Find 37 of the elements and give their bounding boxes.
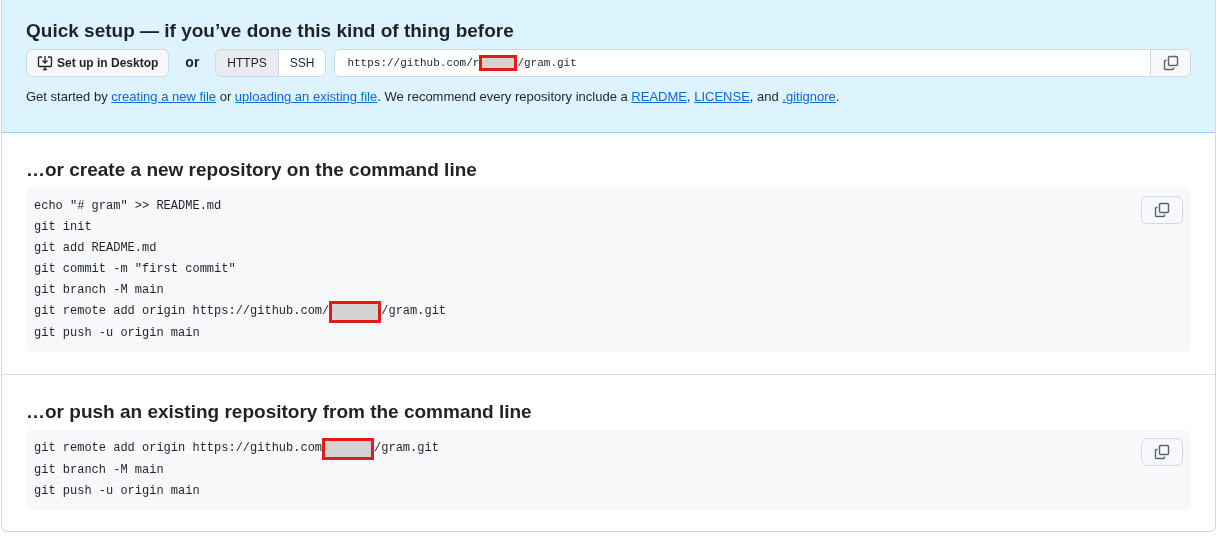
redaction-mark	[329, 300, 382, 323]
code-text: /gram.git	[374, 440, 439, 458]
code-text: git remote add origin https://github.com/	[34, 303, 330, 321]
hint-link[interactable]: LICENSE	[694, 88, 750, 104]
desktop-button[interactable]: Set up in Desktop	[26, 48, 170, 77]
hint-link[interactable]: creating a new file	[111, 88, 217, 104]
section-heading: …or push an existing repository from the command line	[26, 400, 533, 424]
code-text: echo "# gram" >> README.md	[34, 197, 222, 215]
code-text: git push -u origin main	[34, 324, 200, 342]
protocol-tab[interactable]: SSH	[277, 49, 326, 76]
hint-link[interactable]: .gitignore	[782, 88, 836, 104]
code-text: git branch -M main	[34, 281, 164, 299]
code-text: git branch -M main	[34, 461, 164, 479]
redaction-mark	[479, 54, 518, 71]
copy-icon	[1154, 201, 1170, 218]
protocol-tab[interactable]: HTTPS	[216, 49, 278, 76]
code-text: git add README.md	[34, 239, 157, 257]
copy-button[interactable]	[1150, 49, 1190, 76]
section-heading: Quick setup — if you’ve done this kind of thing before	[26, 20, 515, 43]
code-text: https://github.com/r	[347, 55, 480, 71]
code-text: git init	[34, 218, 92, 236]
or-label: or	[185, 53, 200, 73]
hint-link[interactable]: README	[631, 88, 687, 104]
clone-url-field[interactable]: https://github.com/r /gram.git	[334, 48, 1191, 77]
desktop-download-icon	[37, 54, 53, 71]
copy-button[interactable]	[1141, 195, 1183, 224]
copy-icon	[1162, 54, 1179, 71]
section-heading: …or create a new repository on the command line	[26, 159, 478, 182]
copy-icon	[1154, 443, 1170, 460]
code-text: git remote add origin https://github.com	[34, 440, 323, 458]
code-text: git commit -m "first commit"	[34, 260, 236, 278]
copy-button[interactable]	[1141, 437, 1183, 466]
code-text: git push -u origin main	[34, 482, 200, 500]
code-text: /gram.git	[381, 303, 447, 321]
setup-hint: Get started by creating a new file or uploading an existing file. We recommend every repository include a README, LICENSE, and .gitignore.	[26, 87, 841, 106]
code-text: /gram.git	[517, 55, 577, 71]
redaction-mark	[322, 437, 375, 460]
